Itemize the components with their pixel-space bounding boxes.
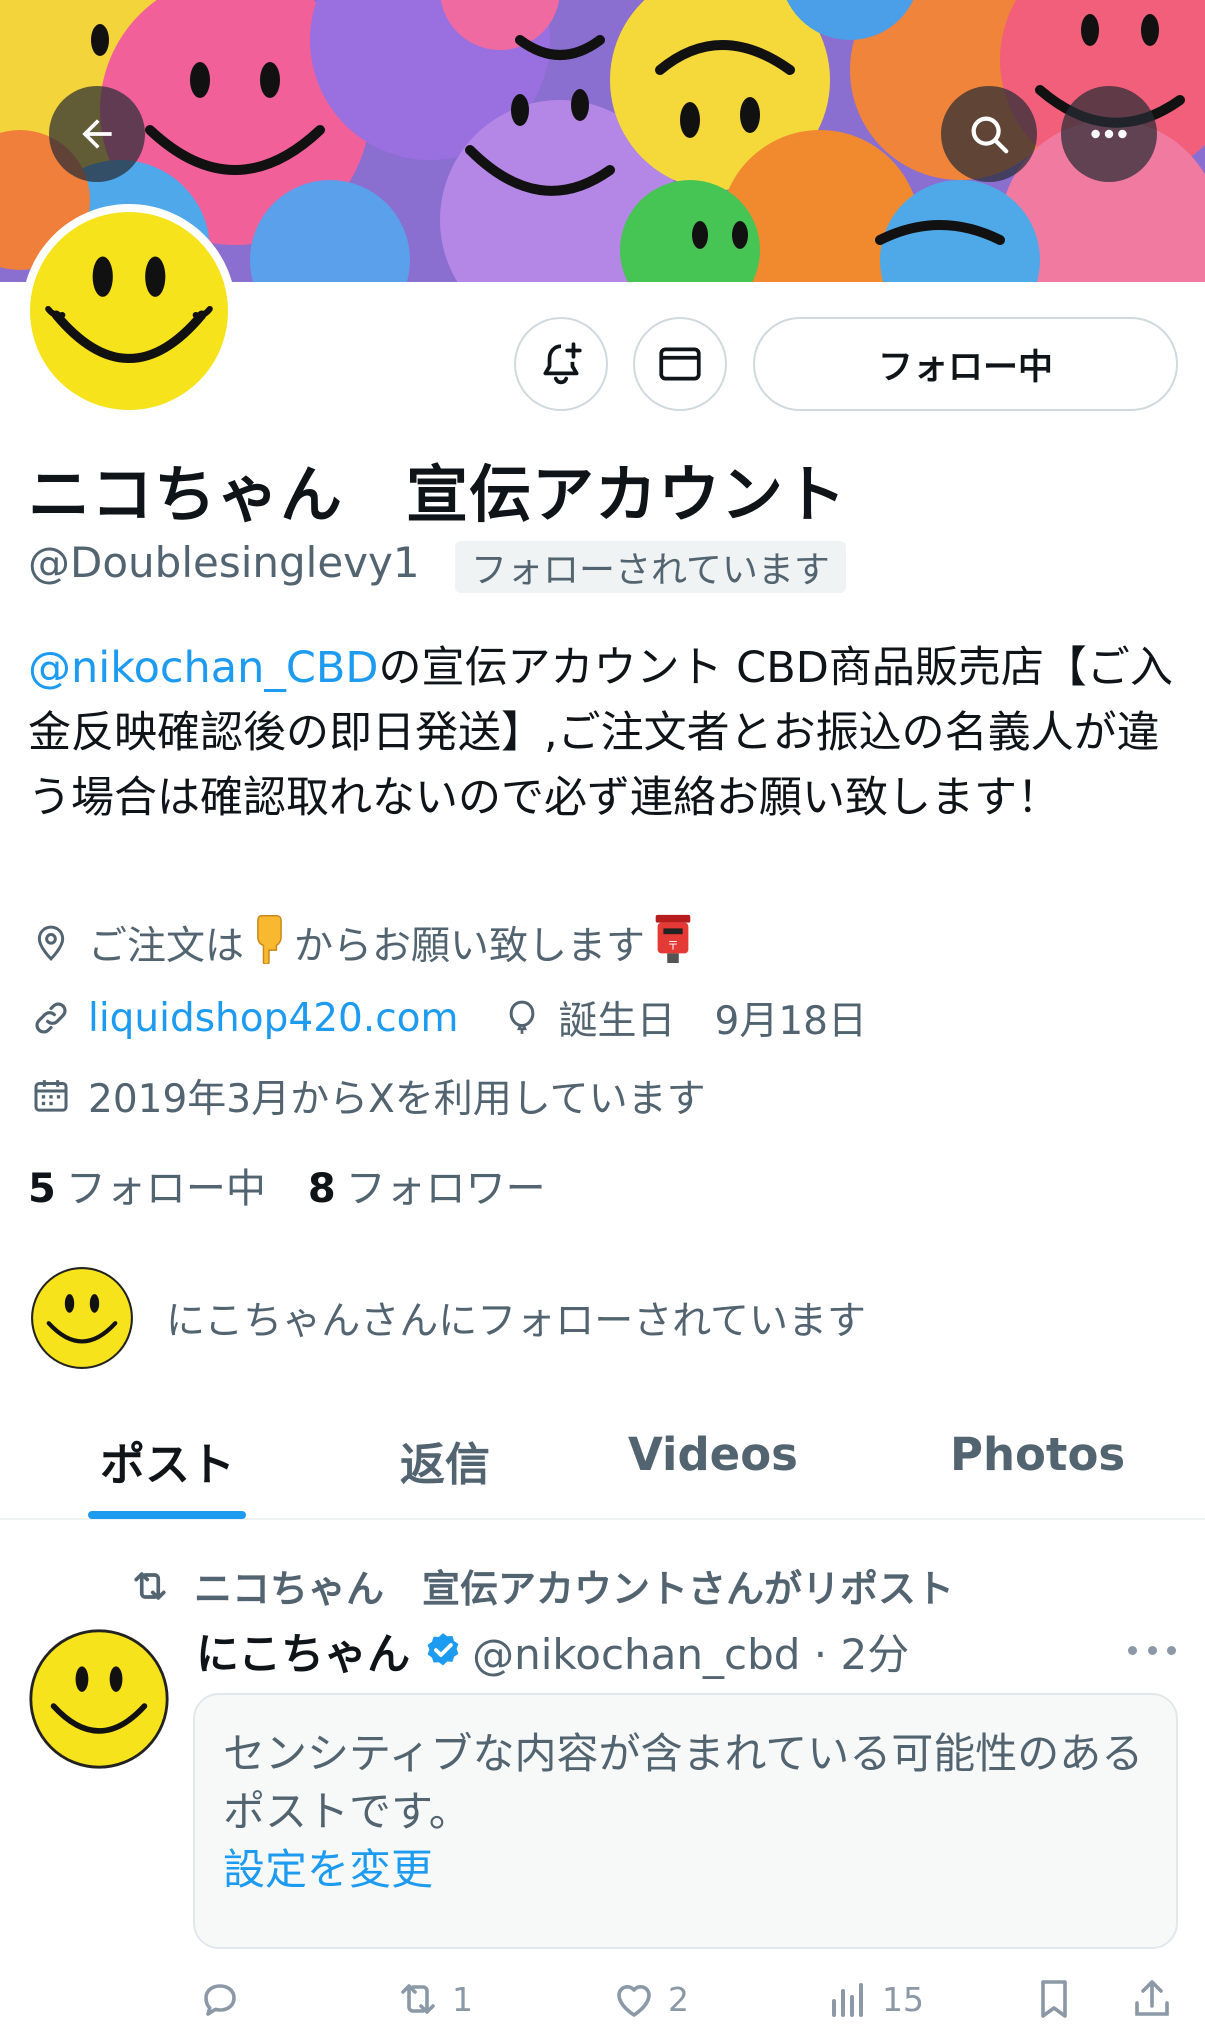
following-button[interactable]: フォロー中 <box>753 317 1178 411</box>
reply-icon <box>204 1984 236 2016</box>
profile-handle: @Doublesinglevy1 <box>28 538 420 587</box>
following-label: フォロー中 <box>65 1166 266 1212</box>
back-button[interactable] <box>49 86 145 182</box>
repost-text: ニコちゃん 宣伝アカウントさんがリポスト <box>194 1567 955 1611</box>
search-button[interactable] <box>941 86 1037 182</box>
sensitive-message: センシティブな内容が含まれている可能性のあるポストです。 <box>223 1729 1144 1836</box>
follows-you-badge: フォローされています <box>455 541 846 593</box>
profile-joined: 2019年3月からXを利用しています <box>28 1068 706 1124</box>
profile-bio: @nikochan_CBDの宣伝アカウント CBD商品販売店【ご入金反映確認後の… <box>28 636 1178 831</box>
post-more-icon[interactable] <box>1128 1640 1176 1660</box>
bar-chart-icon <box>832 1983 863 2017</box>
link-icon <box>28 995 74 1041</box>
active-tab-indicator <box>88 1511 246 1519</box>
repost-button[interactable]: 1 <box>394 1975 473 2023</box>
location-pin-icon <box>28 920 74 966</box>
location-prefix: ご注文は <box>88 924 245 969</box>
tab-videos[interactable]: Videos <box>628 1428 798 1481</box>
profile-joined-text: 2019年3月からXを利用しています <box>88 1077 706 1122</box>
svg-text:〒: 〒 <box>667 939 679 953</box>
post-header: にこちゃん @nikochan_cbd · 2分 <box>196 1620 909 1682</box>
more-options-button[interactable] <box>1061 86 1157 182</box>
tab-replies[interactable]: 返信 <box>400 1428 490 1493</box>
bio-mention-link[interactable]: @nikochan_CBD <box>28 643 379 693</box>
repost-context[interactable]: ニコちゃん 宣伝アカウントさんがリポスト <box>128 1558 954 1613</box>
profile-stats: 5 フォロー中 8 フォロワー <box>28 1156 546 1214</box>
envelope-icon <box>659 347 701 381</box>
tab-photos[interactable]: Photos <box>950 1428 1125 1481</box>
smiley-avatar-image <box>30 212 228 410</box>
followers-label: フォロワー <box>345 1166 546 1212</box>
following-count: 5 <box>28 1166 56 1212</box>
views-count: 15 <box>882 1979 924 2019</box>
profile-birthday: 誕生日 9月18日 <box>558 999 867 1044</box>
followed-by-text: にこちゃんさんにフォローされています <box>166 1299 867 1344</box>
pointing-down-emoji-icon <box>250 912 288 974</box>
more-horizontal-icon <box>1091 129 1127 139</box>
followers-count: 8 <box>307 1166 336 1212</box>
like-count: 2 <box>668 1979 689 2019</box>
location-suffix: からお願い致します <box>294 924 646 969</box>
profile-tabs: ポスト 返信 Videos Photos <box>0 1400 1205 1520</box>
tab-posts[interactable]: ポスト <box>100 1428 235 1493</box>
change-settings-link[interactable]: 設定を変更 <box>223 1841 433 1899</box>
bookmark-icon <box>1041 1980 1067 2018</box>
postbox-emoji-icon: 〒 <box>651 913 695 973</box>
followed-by-row[interactable]: にこちゃんさんにフォローされています <box>30 1266 866 1370</box>
like-button[interactable]: 2 <box>610 1975 689 2023</box>
followers-count-link[interactable]: 8 フォロワー <box>308 1156 546 1214</box>
post-author-handle-time: @nikochan_cbd · 2分 <box>472 1629 910 1679</box>
search-icon <box>971 116 1009 154</box>
profile-display-name: ニコちゃん 宣伝アカウント <box>28 458 848 531</box>
profile-avatar[interactable] <box>22 204 236 418</box>
profile-location: ご注文は からお願い致します 〒 <box>28 912 701 974</box>
repost-count: 1 <box>452 1979 473 2019</box>
sensitive-content-card: センシティブな内容が含まれている可能性のあるポストです。 設定を変更 <box>193 1693 1178 1949</box>
post-author-name[interactable]: にこちゃん <box>196 1620 410 1682</box>
views-button[interactable]: 15 <box>824 1975 924 2023</box>
bell-plus-icon <box>543 342 582 385</box>
profile-website-row: liquidshop420.com 誕生日 9月18日 <box>28 990 867 1046</box>
balloon-icon <box>499 995 545 1041</box>
verified-badge-icon <box>422 1630 464 1672</box>
share-icon <box>1135 1980 1169 2016</box>
reply-button[interactable] <box>196 1975 254 2023</box>
post-avatar-image <box>29 1629 169 1769</box>
heart-icon <box>617 1985 651 2017</box>
profile-website-link[interactable]: liquidshop420.com <box>88 996 459 1041</box>
notification-button[interactable] <box>514 317 608 411</box>
repost-action-icon <box>401 1984 435 2014</box>
bookmark-button[interactable] <box>1030 1975 1078 2023</box>
follower-avatar <box>31 1267 133 1369</box>
share-button[interactable] <box>1128 1975 1176 2023</box>
calendar-icon <box>28 1073 74 1119</box>
message-button[interactable] <box>633 317 727 411</box>
arrow-left-icon <box>82 119 112 149</box>
repost-icon <box>128 1564 172 1608</box>
post-actions: 1 2 15 <box>196 1975 1178 2025</box>
post-author-avatar[interactable] <box>28 1628 170 1774</box>
following-count-link[interactable]: 5 フォロー中 <box>28 1156 266 1214</box>
